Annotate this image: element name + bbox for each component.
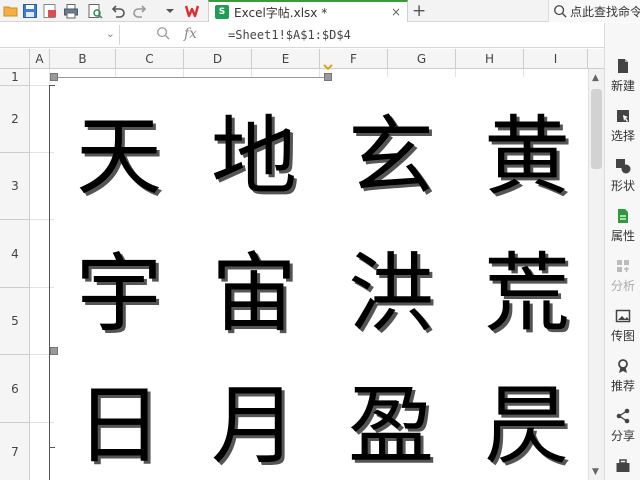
redo-icon[interactable] <box>131 2 149 20</box>
command-search-text: 点此查找命令 <box>570 4 640 19</box>
panel-properties-label: 属性 <box>610 229 635 243</box>
panel-send-image-button[interactable]: 传图 <box>605 303 640 349</box>
shapes-icon <box>616 159 631 174</box>
analysis-icon <box>617 260 629 272</box>
search-icon <box>554 5 567 18</box>
panel-share-button[interactable]: 分享 <box>605 403 640 449</box>
panel-new-label: 新建 <box>610 79 635 93</box>
panel-toolbox-button[interactable] <box>605 455 640 479</box>
formula-bar: ⌄ fx =Sheet1!$A$1:$D$4 <box>0 23 604 48</box>
row-header-1[interactable]: 1 <box>0 69 30 86</box>
new-icon <box>618 59 628 73</box>
column-header-b[interactable]: B <box>50 49 116 69</box>
name-box[interactable]: ⌄ <box>0 25 120 45</box>
panel-select-button[interactable]: 选择 <box>605 103 640 149</box>
selection-border <box>54 77 328 78</box>
column-header-h[interactable]: H <box>456 49 524 69</box>
row-header-5[interactable]: 5 <box>0 288 30 355</box>
character-cell: 宇 <box>76 244 162 344</box>
panel-shapes-label: 形状 <box>610 179 635 193</box>
panel-share-label: 分享 <box>610 429 635 443</box>
panel-new-button[interactable]: 新建 <box>605 53 640 99</box>
panel-select-label: 选择 <box>610 129 635 143</box>
print-preview-icon[interactable] <box>86 2 104 20</box>
rotate-handle-icon[interactable] <box>323 64 333 74</box>
properties-icon <box>618 209 628 223</box>
column-header-d[interactable]: D <box>184 49 252 69</box>
character-cell: 玄 <box>348 107 434 207</box>
character-cell: 地 <box>211 107 297 207</box>
row-header-4[interactable]: 4 <box>0 220 30 288</box>
row-header-6[interactable]: 6 <box>0 355 30 423</box>
panel-recommend-button[interactable]: 推荐 <box>605 353 640 399</box>
toolbox-icon <box>616 458 630 472</box>
column-header-g[interactable]: G <box>388 49 456 69</box>
row-header-3[interactable]: 3 <box>0 153 30 220</box>
name-box-dropdown-icon[interactable]: ⌄ <box>106 27 115 40</box>
panel-analysis-label: 分析 <box>610 279 635 293</box>
selection-border <box>49 447 55 448</box>
select-icon <box>617 110 629 122</box>
linked-picture[interactable]: 天 地 玄 黄 宇 宙 洪 荒 日 月 盈 昃 <box>54 77 594 487</box>
new-tab-button[interactable]: + <box>412 1 426 21</box>
character-cell: 盈 <box>348 376 434 476</box>
insert-function-button[interactable]: fx <box>184 26 197 42</box>
export-pdf-icon[interactable] <box>41 2 59 20</box>
zoom-formula-icon[interactable] <box>156 26 170 44</box>
panel-send-image-label: 传图 <box>610 329 635 343</box>
character-cell: 黄 <box>484 107 570 207</box>
tab-document-title: Excel字帖.xlsx * <box>234 5 328 20</box>
right-side-panel: 新建 选择 形状 属性 分析 传图 推荐 分享 <box>604 23 640 480</box>
column-header-e[interactable]: E <box>252 49 320 69</box>
panel-analysis-button[interactable]: 分析 <box>605 253 640 299</box>
panel-properties-button[interactable]: 属性 <box>605 203 640 249</box>
undo-icon[interactable] <box>109 2 127 20</box>
tab-document[interactable]: S Excel字帖.xlsx * × <box>208 0 408 22</box>
dropdown-icon[interactable] <box>161 2 179 20</box>
close-tab-icon[interactable]: × <box>391 5 401 19</box>
recommend-icon <box>618 359 628 373</box>
share-icon <box>616 408 630 424</box>
title-toolbar: S Excel字帖.xlsx * × + 点此查找命令 <box>0 0 640 22</box>
excel-file-icon: S <box>215 5 229 19</box>
formula-input[interactable]: =Sheet1!$A$1:$D$4 <box>228 28 351 42</box>
character-cell: 荒 <box>484 244 570 344</box>
send-image-icon <box>615 309 631 323</box>
select-all-corner[interactable] <box>0 49 30 69</box>
folder-open-icon[interactable] <box>2 2 20 20</box>
column-header-bar: A B C D E F G H I <box>0 49 604 69</box>
scroll-up-icon[interactable]: ▲ <box>592 73 599 83</box>
selection-border <box>49 85 50 480</box>
resize-handle[interactable] <box>324 73 332 81</box>
scrollbar-thumb[interactable] <box>591 89 602 169</box>
row-header-7[interactable]: 7 <box>0 423 30 480</box>
character-cell: 宙 <box>211 244 297 344</box>
panel-shapes-button[interactable]: 形状 <box>605 153 640 199</box>
wps-logo-icon[interactable] <box>184 2 202 20</box>
character-cell: 月 <box>211 376 297 476</box>
character-cell: 昃 <box>484 376 570 476</box>
column-header-a[interactable]: A <box>30 49 50 69</box>
print-icon[interactable] <box>62 2 80 20</box>
vertical-scrollbar[interactable]: ▲ ▼ <box>588 69 604 480</box>
resize-handle[interactable] <box>50 347 58 355</box>
character-cell: 洪 <box>348 244 434 344</box>
scroll-down-icon[interactable]: ▼ <box>592 467 599 477</box>
column-header-c[interactable]: C <box>116 49 184 69</box>
resize-handle[interactable] <box>50 73 58 81</box>
save-icon[interactable] <box>21 2 39 20</box>
row-header-2[interactable]: 2 <box>0 86 30 153</box>
selection-border <box>49 85 55 86</box>
column-header-i[interactable]: I <box>524 49 588 69</box>
character-cell: 日 <box>76 376 162 476</box>
character-cell: 天 <box>76 107 162 207</box>
command-search-box[interactable]: 点此查找命令 <box>548 0 640 22</box>
row-header-bar: 1 2 3 4 5 6 7 <box>0 69 30 480</box>
panel-recommend-label: 推荐 <box>610 379 635 393</box>
